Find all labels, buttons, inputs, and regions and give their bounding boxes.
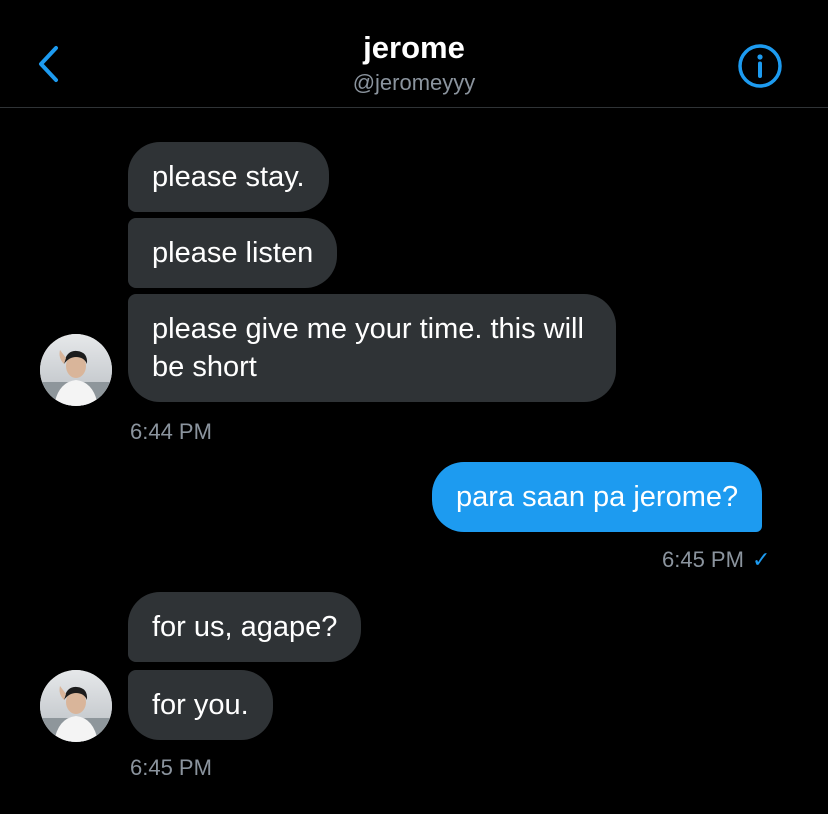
message-bubble-incoming[interactable]: please listen xyxy=(128,218,338,288)
profile-photo xyxy=(40,334,112,406)
message-text: para saan pa jerome? xyxy=(456,481,739,513)
info-icon xyxy=(738,44,782,88)
avatar[interactable] xyxy=(40,670,112,742)
message-text: for you. xyxy=(152,689,249,721)
conversation-handle: @jeromeyyy xyxy=(352,70,476,95)
message-text: please stay. xyxy=(152,161,305,193)
dm-conversation-screen: jerome @jeromeyyy please stay. please li… xyxy=(0,0,828,814)
message-timestamp: 6:45 PM xyxy=(130,755,212,780)
message-bubble-incoming[interactable]: for you. xyxy=(128,670,273,740)
timestamp-text: 6:45 PM xyxy=(662,547,744,572)
message-timestamp: 6:45 PM ✓ xyxy=(662,546,770,574)
info-button[interactable] xyxy=(736,42,784,90)
profile-photo xyxy=(40,670,112,742)
message-bubble-outgoing[interactable]: para saan pa jerome? xyxy=(432,462,763,532)
conversation-title-block[interactable]: jerome @jeromeyyy xyxy=(0,28,828,98)
message-bubble-incoming[interactable]: for us, agape? xyxy=(128,592,362,662)
message-text: please give me your time. this will be s… xyxy=(152,313,584,383)
check-icon: ✓ xyxy=(751,547,771,572)
avatar[interactable] xyxy=(40,334,112,406)
message-bubble-incoming[interactable]: please give me your time. this will be s… xyxy=(128,294,616,402)
message-timestamp: 6:44 PM xyxy=(130,419,212,444)
conversation-header: jerome @jeromeyyy xyxy=(0,0,828,108)
message-text: for us, agape? xyxy=(152,611,338,643)
message-bubble-incoming[interactable]: please stay. xyxy=(128,142,329,212)
message-text: please listen xyxy=(152,237,314,269)
conversation-title: jerome xyxy=(363,30,465,65)
